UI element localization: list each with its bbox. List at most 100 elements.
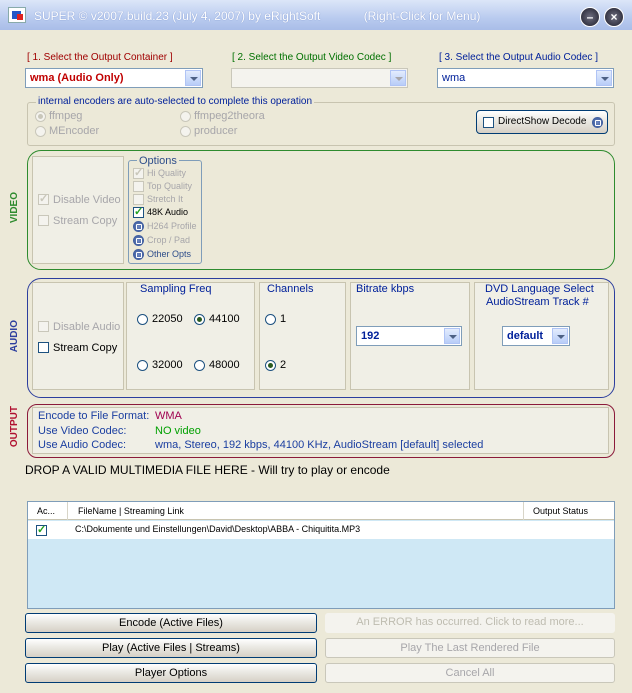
drop-zone-text: DROP A VALID MULTIMEDIA FILE HERE - Will… xyxy=(25,463,390,477)
ffmpeg-label: ffmpeg xyxy=(49,110,83,122)
col-separator[interactable] xyxy=(523,502,524,520)
output-video-codec-label: Use Video Codec: xyxy=(38,425,127,437)
bitrate-title: Bitrate kbps xyxy=(356,283,415,295)
col-separator[interactable] xyxy=(67,502,68,520)
output-format-value: WMA xyxy=(155,410,182,422)
output-video-codec-value: NO video xyxy=(155,425,201,437)
sampling-44100-label: 44100 xyxy=(209,313,240,325)
container-value: wma (Audio Only) xyxy=(30,72,124,84)
ffmpeg2theora-radio[interactable] xyxy=(180,111,191,122)
stretch-it-label: Stretch It xyxy=(147,194,184,204)
chevron-down-icon[interactable] xyxy=(185,70,201,86)
settings-icon[interactable] xyxy=(592,117,603,128)
video-codec-select[interactable] xyxy=(231,68,408,88)
crop-pad-label: Crop / Pad xyxy=(147,235,191,245)
sampling-22050-radio[interactable] xyxy=(137,314,148,325)
file-list[interactable]: Ac... FileName | Streaming Link Output S… xyxy=(27,501,615,609)
encode-button[interactable]: Encode (Active Files) xyxy=(25,613,317,633)
video-side-label: VIDEO xyxy=(9,192,20,224)
file-active-checkbox[interactable] xyxy=(36,523,47,536)
close-button[interactable]: × xyxy=(604,7,624,27)
audio-codec-value: wma xyxy=(442,72,466,84)
dvd-track-select[interactable]: default xyxy=(502,326,570,346)
48k-audio-checkbox[interactable] xyxy=(133,205,144,218)
mencoder-label: MEncoder xyxy=(49,125,100,137)
step3-label: [ 3. Select the Output Audio Codec ] xyxy=(439,52,598,63)
chevron-down-icon[interactable] xyxy=(390,70,406,86)
col-status-header[interactable]: Output Status xyxy=(533,506,588,516)
bitrate-select[interactable]: 192 xyxy=(356,326,462,346)
step2-label: [ 2. Select the Output Video Codec ] xyxy=(232,52,392,63)
disable-audio-checkbox[interactable] xyxy=(38,321,49,332)
app-icon xyxy=(8,7,26,23)
channels-box xyxy=(259,282,346,390)
minimize-button[interactable]: – xyxy=(580,7,600,27)
audio-codec-select[interactable]: wma xyxy=(437,68,614,88)
window-title: SUPER © v2007.build.23 (July 4, 2007) by… xyxy=(34,9,481,23)
video-options-title: Options xyxy=(137,155,179,167)
disable-video-checkbox[interactable] xyxy=(38,192,49,205)
col-filename-header[interactable]: FileName | Streaming Link xyxy=(78,506,184,516)
crop-pad-icon[interactable] xyxy=(133,235,144,246)
title-bar[interactable]: SUPER © v2007.build.23 (July 4, 2007) by… xyxy=(0,0,632,30)
channel-2-radio[interactable] xyxy=(265,360,276,371)
player-options-button[interactable]: Player Options xyxy=(25,663,317,683)
sampling-box xyxy=(126,282,255,390)
channel-2-label: 2 xyxy=(280,359,287,371)
hi-quality-checkbox[interactable] xyxy=(133,166,144,179)
file-path: C:\Dokumente und Einstellungen\David\Des… xyxy=(75,524,361,534)
sampling-44100-radio[interactable] xyxy=(194,314,205,325)
bitrate-value: 192 xyxy=(361,330,380,342)
directshow-checkbox[interactable] xyxy=(483,117,494,128)
container-select[interactable]: wma (Audio Only) xyxy=(25,68,203,88)
directshow-decode-button[interactable]: DirectShow Decode xyxy=(476,110,608,134)
play-last-button[interactable]: Play The Last Rendered File xyxy=(325,638,615,658)
other-opts-icon[interactable] xyxy=(133,249,144,260)
producer-label: producer xyxy=(194,125,238,137)
play-button[interactable]: Play (Active Files | Streams) xyxy=(25,638,317,658)
audio-side-label: AUDIO xyxy=(9,320,20,353)
sampling-32000-radio[interactable] xyxy=(137,360,148,371)
sampling-48000-radio[interactable] xyxy=(194,360,205,371)
step1-label: [ 1. Select the Output Container ] xyxy=(27,52,173,63)
chevron-down-icon[interactable] xyxy=(596,70,612,86)
audio-disable-box xyxy=(32,282,124,390)
audio-stream-copy-checkbox[interactable] xyxy=(38,342,49,353)
error-message-button[interactable]: An ERROR has occurred. Click to read mor… xyxy=(325,613,615,633)
dvd-title-line1: DVD Language Select xyxy=(485,283,594,295)
disable-audio-label: Disable Audio xyxy=(53,321,121,333)
output-format-label: Encode to File Format: xyxy=(38,410,150,422)
output-audio-codec-label: Use Audio Codec: xyxy=(38,439,127,451)
chevron-down-icon[interactable] xyxy=(552,328,568,344)
dvd-title-line2: AudioStream Track # xyxy=(486,296,589,308)
sampling-22050-label: 22050 xyxy=(152,313,183,325)
disable-video-label: Disable Video xyxy=(53,194,121,206)
output-side-label: OUTPUT xyxy=(9,406,20,448)
h264-profile-icon[interactable] xyxy=(133,221,144,232)
video-disable-box xyxy=(32,156,124,264)
mencoder-radio[interactable] xyxy=(35,126,46,137)
encoders-title: internal encoders are auto-selected to c… xyxy=(36,96,315,107)
cancel-all-button[interactable]: Cancel All xyxy=(325,663,615,683)
output-audio-codec-value: wma, Stereo, 192 kbps, 44100 KHz, AudioS… xyxy=(155,439,484,451)
stretch-it-checkbox[interactable] xyxy=(133,194,144,205)
channel-1-radio[interactable] xyxy=(265,314,276,325)
hi-quality-label: Hi Quality xyxy=(147,168,187,178)
sampling-48000-label: 48000 xyxy=(209,359,240,371)
channel-1-label: 1 xyxy=(280,313,287,325)
directshow-label: DirectShow Decode xyxy=(498,116,587,127)
ffmpeg-radio[interactable] xyxy=(35,111,46,122)
table-row[interactable]: C:\Dokumente und Einstellungen\David\Des… xyxy=(28,521,614,539)
audio-stream-copy-label: Stream Copy xyxy=(53,342,118,354)
sampling-title: Sampling Freq xyxy=(140,283,212,295)
col-active-header[interactable]: Ac... xyxy=(37,506,55,516)
video-stream-copy-checkbox[interactable] xyxy=(38,215,49,226)
producer-radio[interactable] xyxy=(180,126,191,137)
other-opts-label: Other Opts xyxy=(147,249,192,259)
video-stream-copy-label: Stream Copy xyxy=(53,215,118,227)
chevron-down-icon[interactable] xyxy=(444,328,460,344)
ffmpeg2theora-label: ffmpeg2theora xyxy=(194,110,265,122)
top-quality-checkbox[interactable] xyxy=(133,181,144,192)
top-quality-label: Top Quality xyxy=(147,181,193,191)
h264-profile-label: H264 Profile xyxy=(147,221,197,231)
